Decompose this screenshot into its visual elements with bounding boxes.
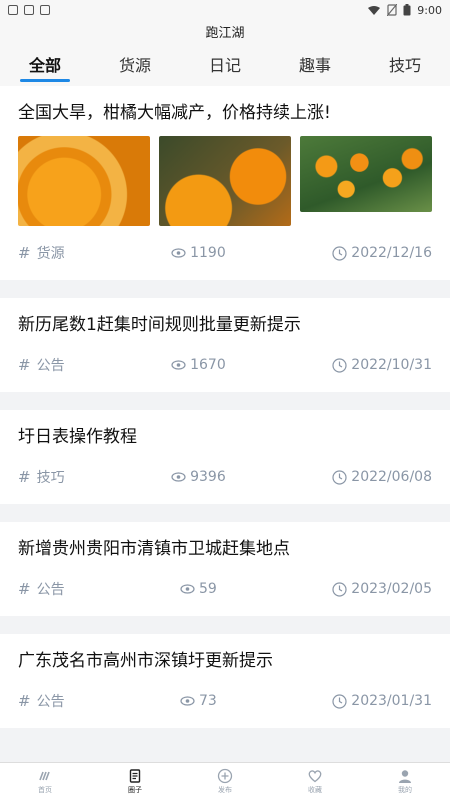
hash-icon: # xyxy=(18,356,31,374)
circle-doc-icon xyxy=(129,769,141,783)
app-notification-icon xyxy=(40,5,50,15)
post-tag: 公告 xyxy=(36,358,65,374)
clock-icon xyxy=(332,693,347,709)
hash-icon: # xyxy=(18,692,31,710)
tab-fun[interactable]: 趣事 xyxy=(270,48,360,86)
notification-icon xyxy=(8,5,18,15)
wifi-icon xyxy=(368,5,381,15)
post-tag: 技巧 xyxy=(36,470,65,486)
post-meta: # 货源 1190 2022/12/16 xyxy=(18,226,432,280)
post-card[interactable]: 新历尾数1赶集时间规则批量更新提示 # 公告 1670 2022/10/31 xyxy=(0,298,450,392)
nav-label: 收藏 xyxy=(308,786,322,794)
tab-all[interactable]: 全部 xyxy=(0,48,90,86)
nav-home[interactable]: 首页 xyxy=(0,763,90,800)
post-meta: # 公告 59 2023/02/05 xyxy=(18,562,432,616)
view-count: 73 xyxy=(199,693,217,709)
nav-publish[interactable]: 发布 xyxy=(180,763,270,800)
post-date: 2023/02/05 xyxy=(351,581,432,597)
post-feed[interactable]: 全国大旱，柑橘大幅减产，价格持续上涨! # 货源 1190 2022/12/16 … xyxy=(0,86,450,762)
clock-icon xyxy=(332,469,347,485)
clock-icon xyxy=(332,357,347,373)
status-bar: 9:00 xyxy=(0,0,450,20)
status-time: 9:00 xyxy=(417,3,442,17)
post-title: 新增贵州贵阳市清镇市卫城赶集地点 xyxy=(18,539,290,559)
app-title: 跑江湖 xyxy=(0,20,450,48)
post-title: 广东茂名市高州市深镇圩更新提示 xyxy=(18,651,273,671)
eye-icon xyxy=(180,696,195,706)
post-title: 全国大旱，柑橘大幅减产，价格持续上涨! xyxy=(18,103,331,123)
nav-label: 首页 xyxy=(38,786,52,794)
view-count: 59 xyxy=(199,581,217,597)
bottom-nav: 首页 圈子 发布 收藏 我的 xyxy=(0,762,450,800)
battery-icon xyxy=(403,4,411,16)
image-notification-icon xyxy=(24,5,34,15)
clock-icon xyxy=(332,245,347,261)
category-tabs: 全部 货源 日记 趣事 技巧 xyxy=(0,48,450,86)
post-date: 2022/06/08 xyxy=(351,469,432,485)
eye-icon xyxy=(171,248,186,258)
post-card[interactable]: 圩日表操作教程 # 技巧 9396 2022/06/08 xyxy=(0,410,450,504)
tab-tips[interactable]: 技巧 xyxy=(360,48,450,86)
post-date: 2022/10/31 xyxy=(351,357,432,373)
hash-icon: # xyxy=(18,580,31,598)
post-meta: # 公告 1670 2022/10/31 xyxy=(18,338,432,392)
view-count: 9396 xyxy=(190,469,226,485)
nav-profile[interactable]: 我的 xyxy=(360,763,450,800)
nav-label: 我的 xyxy=(398,786,412,794)
nav-circle[interactable]: 圈子 xyxy=(90,763,180,800)
orange-photo[interactable] xyxy=(159,136,291,226)
nav-favorites[interactable]: 收藏 xyxy=(270,763,360,800)
hash-icon: # xyxy=(18,244,31,262)
post-date: 2022/12/16 xyxy=(351,245,432,261)
home-icon xyxy=(39,771,50,781)
nav-label: 圈子 xyxy=(128,786,142,794)
post-card[interactable]: 广东茂名市高州市深镇圩更新提示 # 公告 73 2023/01/31 xyxy=(0,634,450,728)
tab-supply[interactable]: 货源 xyxy=(90,48,180,86)
orange-tree-photo[interactable] xyxy=(300,136,432,212)
nav-label: 发布 xyxy=(218,786,232,794)
post-tag: 货源 xyxy=(36,246,65,262)
hash-icon: # xyxy=(18,468,31,486)
clock-icon xyxy=(332,581,347,597)
eye-icon xyxy=(180,584,195,594)
post-title: 圩日表操作教程 xyxy=(18,427,137,447)
post-meta: # 公告 73 2023/01/31 xyxy=(18,674,432,728)
post-date: 2023/01/31 xyxy=(351,693,432,709)
view-count: 1190 xyxy=(190,245,226,261)
tab-diary[interactable]: 日记 xyxy=(180,48,270,86)
post-tag: 公告 xyxy=(36,694,65,710)
post-images xyxy=(18,136,432,226)
orange-photo[interactable] xyxy=(18,136,150,226)
post-tag: 公告 xyxy=(36,582,65,598)
eye-icon xyxy=(171,360,186,370)
no-sim-icon xyxy=(387,4,398,16)
view-count: 1670 xyxy=(190,357,226,373)
post-title: 新历尾数1赶集时间规则批量更新提示 xyxy=(18,315,301,335)
user-icon xyxy=(399,770,411,783)
heart-icon xyxy=(308,770,322,783)
post-card[interactable]: 全国大旱，柑橘大幅减产，价格持续上涨! # 货源 1190 2022/12/16 xyxy=(0,86,450,280)
eye-icon xyxy=(171,472,186,482)
post-meta: # 技巧 9396 2022/06/08 xyxy=(18,450,432,504)
plus-circle-icon xyxy=(217,768,233,784)
post-card[interactable]: 新增贵州贵阳市清镇市卫城赶集地点 # 公告 59 2023/02/05 xyxy=(0,522,450,616)
